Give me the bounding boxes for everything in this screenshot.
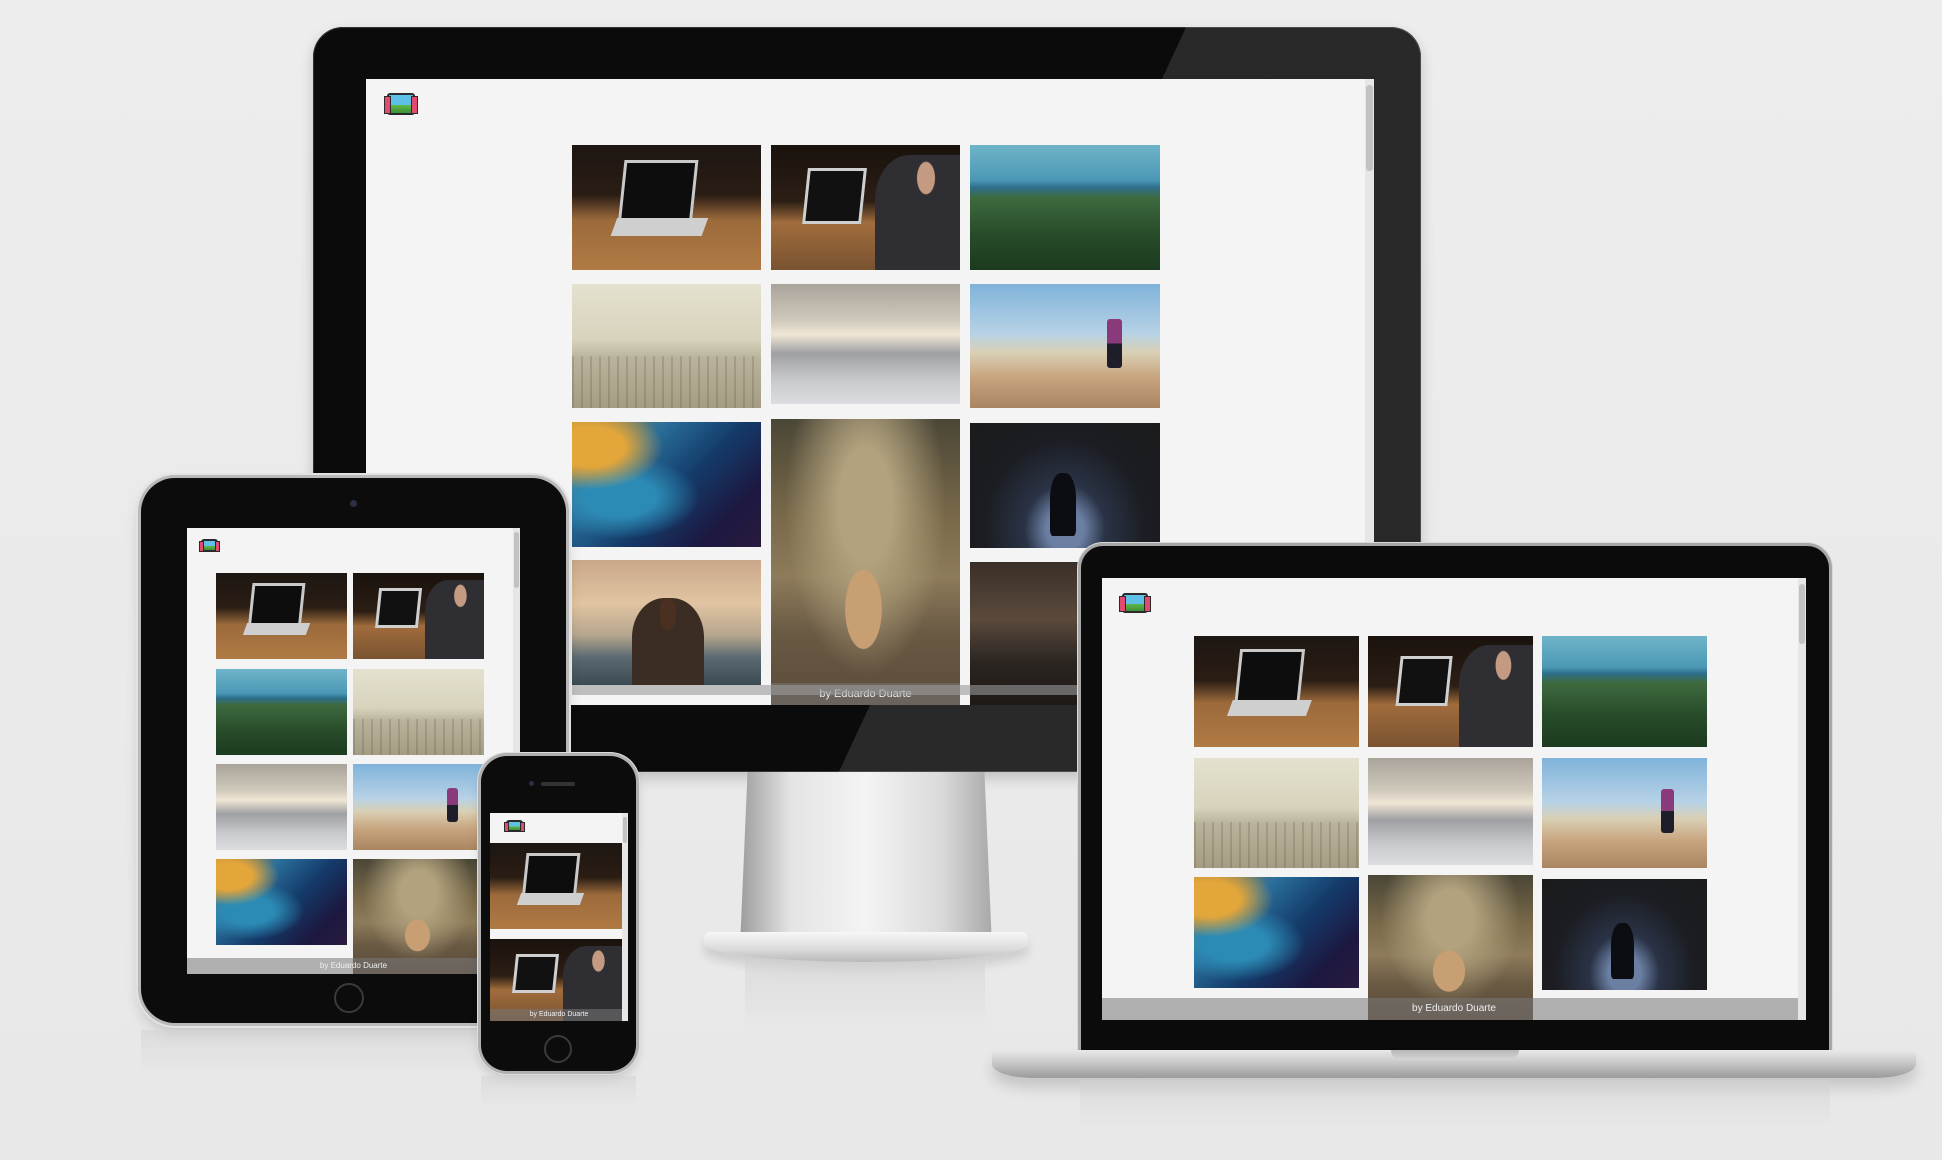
photo-foggy-beach[interactable] — [1194, 758, 1359, 868]
photo-ocean-aerial[interactable] — [1194, 877, 1359, 988]
photo-caption: by Eduardo Duarte — [490, 1009, 628, 1021]
photo-caption: by Eduardo Duarte — [1102, 998, 1806, 1020]
photo-laptop-typing[interactable] — [1368, 636, 1533, 747]
phone-screen: by Eduardo Duarte — [490, 813, 628, 1021]
laptop-scroll-thumb[interactable] — [1799, 584, 1805, 644]
photo-foggy-beach[interactable] — [572, 284, 761, 408]
tablet-camera — [350, 500, 357, 507]
photo-laptop-desk[interactable] — [1194, 636, 1359, 747]
laptop-reflection — [1080, 1080, 1830, 1130]
gallery-logo-icon[interactable] — [1119, 593, 1151, 613]
photo-forest-sea[interactable] — [970, 145, 1160, 270]
phone-scrollbar[interactable] — [622, 813, 628, 1021]
photo-laptop-desk[interactable] — [216, 573, 347, 659]
phone-scroll-thumb[interactable] — [623, 817, 627, 843]
phone-camera — [529, 781, 534, 786]
imac-stand-base — [704, 932, 1028, 962]
imac-scroll-thumb[interactable] — [1366, 85, 1373, 171]
photo-caption: by Eduardo Duarte — [187, 958, 520, 974]
photo-ocean-aerial[interactable] — [216, 859, 347, 945]
photo-forest-sea[interactable] — [216, 669, 347, 755]
imac-bottom-strip — [572, 685, 1160, 695]
phone-speaker — [541, 782, 575, 786]
imac-stand-neck — [740, 772, 992, 947]
photo-laptop-typing[interactable] — [353, 573, 484, 659]
gallery-logo-icon[interactable] — [384, 93, 418, 115]
photo-laptop-desk[interactable] — [572, 145, 761, 270]
photo-ocean-aerial[interactable] — [572, 422, 761, 547]
laptop-screen: by Eduardo Duarte — [1102, 578, 1806, 1020]
photo-forest-sea[interactable] — [1542, 636, 1707, 747]
photo-laptop-desk[interactable] — [490, 843, 622, 929]
gallery-logo-icon[interactable] — [504, 820, 525, 833]
photo-dark-puddle[interactable] — [1542, 879, 1707, 990]
tablet-screen: by Eduardo Duarte — [187, 528, 520, 974]
laptop-scrollbar[interactable] — [1798, 578, 1806, 1020]
photo-deer-forest[interactable] — [353, 859, 484, 974]
photo-person-sunset[interactable] — [572, 560, 761, 685]
photo-deer-forest[interactable]: by Eduardo Duarte — [771, 419, 960, 705]
photo-sand-dunes[interactable] — [216, 764, 347, 850]
photo-foggy-beach[interactable] — [353, 669, 484, 755]
phone-reflection — [481, 1076, 636, 1108]
gallery-logo-icon[interactable] — [199, 539, 220, 553]
imac-reflection — [745, 962, 985, 1032]
photo-sand-dunes[interactable] — [1368, 758, 1533, 865]
tablet-home-button[interactable] — [334, 983, 364, 1013]
laptop-notch — [1391, 1050, 1519, 1060]
phone-home-button[interactable] — [544, 1035, 572, 1063]
photo-beach-walker[interactable] — [353, 764, 484, 850]
tablet-scroll-thumb[interactable] — [514, 532, 519, 588]
photo-sand-dunes[interactable] — [771, 284, 960, 404]
photo-dark-puddle[interactable] — [970, 423, 1160, 548]
photo-beach-walker[interactable] — [1542, 758, 1707, 868]
photo-beach-walker[interactable] — [970, 284, 1160, 408]
photo-laptop-typing[interactable] — [771, 145, 960, 270]
